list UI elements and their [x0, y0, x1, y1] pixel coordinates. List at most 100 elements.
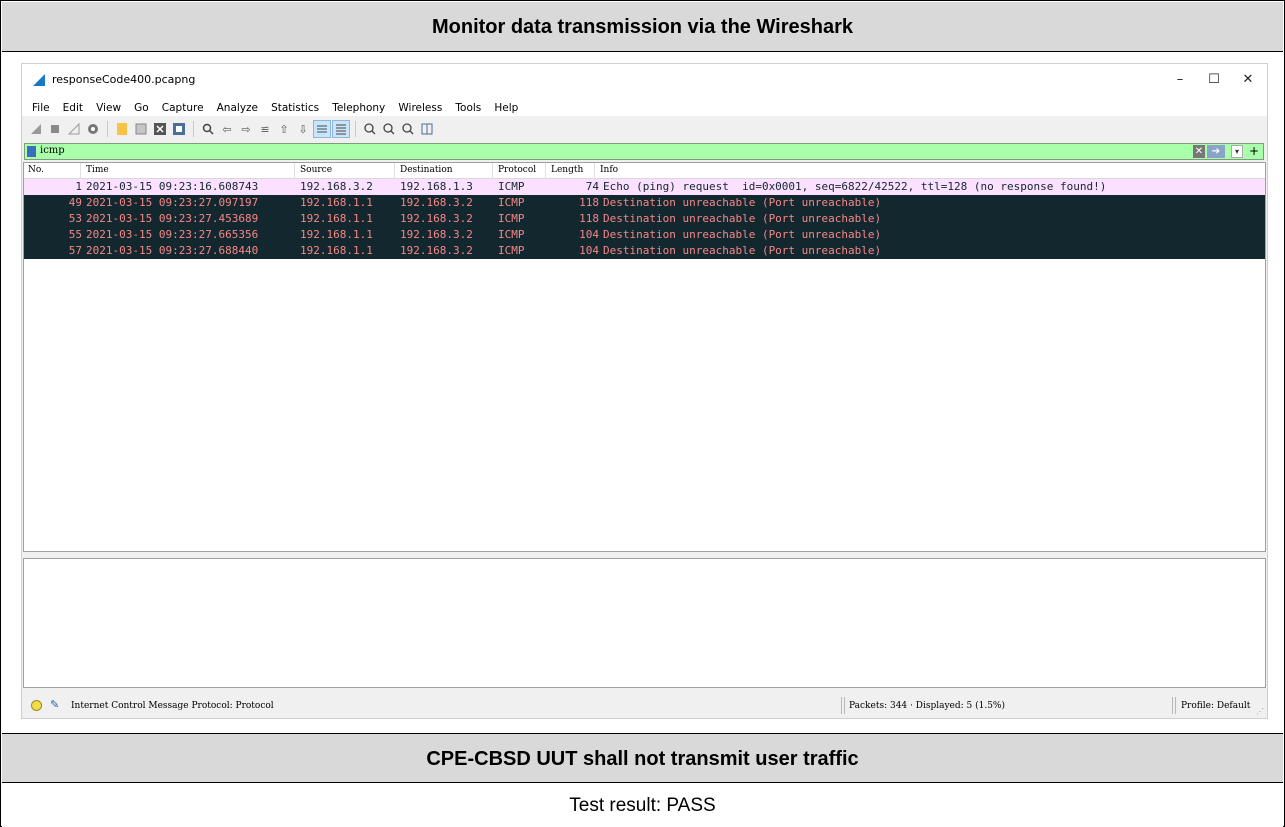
packet-no: 53 — [68, 212, 82, 225]
packet-length: 74 — [585, 180, 599, 193]
main-toolbar: ⇦ ⇨ ≌ ⇧ ⇩ — [22, 116, 1267, 142]
column-separator — [294, 163, 295, 179]
menu-file[interactable]: File — [28, 98, 54, 118]
packet-details-pane[interactable] — [23, 558, 1266, 688]
column-info[interactable]: Info — [600, 165, 618, 175]
packet-info: Destination unreachable (Port unreachabl… — [603, 228, 882, 241]
packet-source: 192.168.1.1 — [300, 212, 373, 225]
packet-length: 118 — [579, 196, 599, 209]
column-source[interactable]: Source — [300, 165, 332, 175]
restart-capture-icon[interactable] — [66, 121, 82, 137]
packet-time: 2021-03-15 09:23:27.097197 — [86, 196, 259, 209]
packet-time: 2021-03-15 09:23:16.608743 — [86, 180, 259, 193]
column-no[interactable]: No. — [28, 165, 44, 175]
packet-destination: 192.168.1.3 — [400, 180, 473, 193]
status-protocol: Internet Control Message Protocol: Proto… — [71, 701, 274, 711]
packet-protocol: ICMP — [498, 228, 525, 241]
packet-time: 2021-03-15 09:23:27.665356 — [86, 228, 259, 241]
column-protocol[interactable]: Protocol — [498, 165, 536, 175]
packet-info: Destination unreachable (Port unreachabl… — [603, 212, 882, 225]
packet-source: 192.168.1.1 — [300, 228, 373, 241]
document-frame: Monitor data transmission via the Wiresh… — [0, 0, 1285, 827]
auto-scroll-icon[interactable] — [313, 120, 331, 138]
menu-go[interactable]: Go — [130, 98, 153, 118]
packet-time: 2021-03-15 09:23:27.688440 — [86, 244, 259, 257]
capture-options-icon[interactable] — [85, 121, 101, 137]
packet-destination: 192.168.3.2 — [400, 228, 473, 241]
clear-filter-icon[interactable]: ✕ — [1193, 145, 1205, 158]
go-to-packet-icon[interactable]: ≌ — [257, 121, 273, 137]
column-destination[interactable]: Destination — [400, 165, 453, 175]
menu-telephony[interactable]: Telephony — [328, 98, 389, 118]
toolbar-separator — [107, 121, 108, 137]
menu-wireless[interactable]: Wireless — [394, 98, 446, 118]
go-forward-icon[interactable]: ⇨ — [238, 121, 254, 137]
menu-tools[interactable]: Tools — [451, 98, 485, 118]
packet-info: Destination unreachable (Port unreachabl… — [603, 244, 882, 257]
column-separator — [394, 163, 395, 179]
close-button[interactable]: ✕ — [1231, 68, 1265, 92]
first-packet-icon[interactable]: ⇧ — [276, 121, 292, 137]
start-capture-icon[interactable] — [28, 121, 44, 137]
menu-edit[interactable]: Edit — [59, 98, 87, 118]
wireshark-fin-icon — [33, 74, 45, 86]
column-length[interactable]: Length — [551, 165, 583, 175]
menu-statistics[interactable]: Statistics — [267, 98, 323, 118]
go-back-icon[interactable]: ⇦ — [219, 121, 235, 137]
column-time[interactable]: Time — [86, 165, 109, 175]
column-separator — [80, 163, 81, 179]
column-separator — [492, 163, 493, 179]
close-file-icon[interactable] — [152, 121, 168, 137]
packet-row[interactable]: 57 2021-03-15 09:23:27.688440 192.168.1.… — [24, 243, 1265, 259]
maximize-button[interactable]: ☐ — [1197, 68, 1231, 92]
packet-row[interactable]: 55 2021-03-15 09:23:27.665356 192.168.1.… — [24, 227, 1265, 243]
packet-source: 192.168.1.1 — [300, 244, 373, 257]
edit-comment-icon[interactable]: ✎ — [50, 698, 59, 711]
packet-row[interactable]: 49 2021-03-15 09:23:27.097197 192.168.1.… — [24, 195, 1265, 211]
last-packet-icon[interactable]: ⇩ — [295, 121, 311, 137]
expert-info-icon[interactable] — [31, 700, 42, 711]
find-packet-icon[interactable] — [200, 121, 216, 137]
packet-length: 104 — [579, 228, 599, 241]
status-bar: ✎ Internet Control Message Protocol: Pro… — [23, 694, 1266, 718]
column-separator — [545, 163, 546, 179]
wireshark-window: responseCode400.pcapng – ☐ ✕ File Edit V… — [21, 63, 1268, 719]
packet-info: Echo (ping) request id=0x0001, seq=6822/… — [603, 180, 1107, 193]
display-filter-bar[interactable]: icmp ✕ ➔ ▾ + — [24, 143, 1264, 160]
stop-capture-icon[interactable] — [47, 121, 63, 137]
menu-capture[interactable]: Capture — [158, 98, 208, 118]
resize-grip-icon[interactable]: ⋰ — [1256, 707, 1264, 716]
display-filter-input[interactable]: icmp — [40, 145, 65, 156]
zoom-in-icon[interactable] — [362, 121, 378, 137]
packet-row[interactable]: 1 2021-03-15 09:23:16.608743 192.168.3.2… — [24, 179, 1265, 195]
packet-time: 2021-03-15 09:23:27.453689 — [86, 212, 259, 225]
packet-no: 1 — [75, 180, 82, 193]
menu-help[interactable]: Help — [490, 98, 522, 118]
resize-columns-icon[interactable] — [419, 121, 435, 137]
status-separator — [1172, 697, 1173, 714]
normal-size-icon[interactable] — [400, 121, 416, 137]
packet-destination: 192.168.3.2 — [400, 196, 473, 209]
packet-no: 49 — [68, 196, 82, 209]
packet-row[interactable]: 53 2021-03-15 09:23:27.453689 192.168.1.… — [24, 211, 1265, 227]
reload-file-icon[interactable] — [171, 121, 187, 137]
packet-source: 192.168.1.1 — [300, 196, 373, 209]
status-profile[interactable]: Profile: Default — [1181, 701, 1250, 711]
add-filter-button-icon[interactable]: + — [1247, 144, 1261, 159]
open-file-icon[interactable] — [114, 121, 130, 137]
chevron-down-icon[interactable]: ▾ — [1231, 145, 1243, 158]
minimize-button[interactable]: – — [1163, 68, 1197, 92]
menu-analyze[interactable]: Analyze — [213, 98, 262, 118]
packet-protocol: ICMP — [498, 196, 525, 209]
packet-list-header: No. Time Source Destination Protocol Len… — [24, 163, 1265, 179]
colorize-icon[interactable] — [332, 120, 350, 138]
apply-filter-icon[interactable]: ➔ — [1207, 145, 1225, 158]
bookmark-icon[interactable] — [27, 146, 36, 157]
zoom-out-icon[interactable] — [381, 121, 397, 137]
menu-view[interactable]: View — [92, 98, 125, 118]
packet-no: 57 — [68, 244, 82, 257]
packet-list[interactable]: No. Time Source Destination Protocol Len… — [23, 162, 1266, 552]
toolbar-separator — [193, 121, 194, 137]
save-file-icon[interactable] — [133, 121, 149, 137]
window-title: responseCode400.pcapng — [52, 73, 196, 86]
